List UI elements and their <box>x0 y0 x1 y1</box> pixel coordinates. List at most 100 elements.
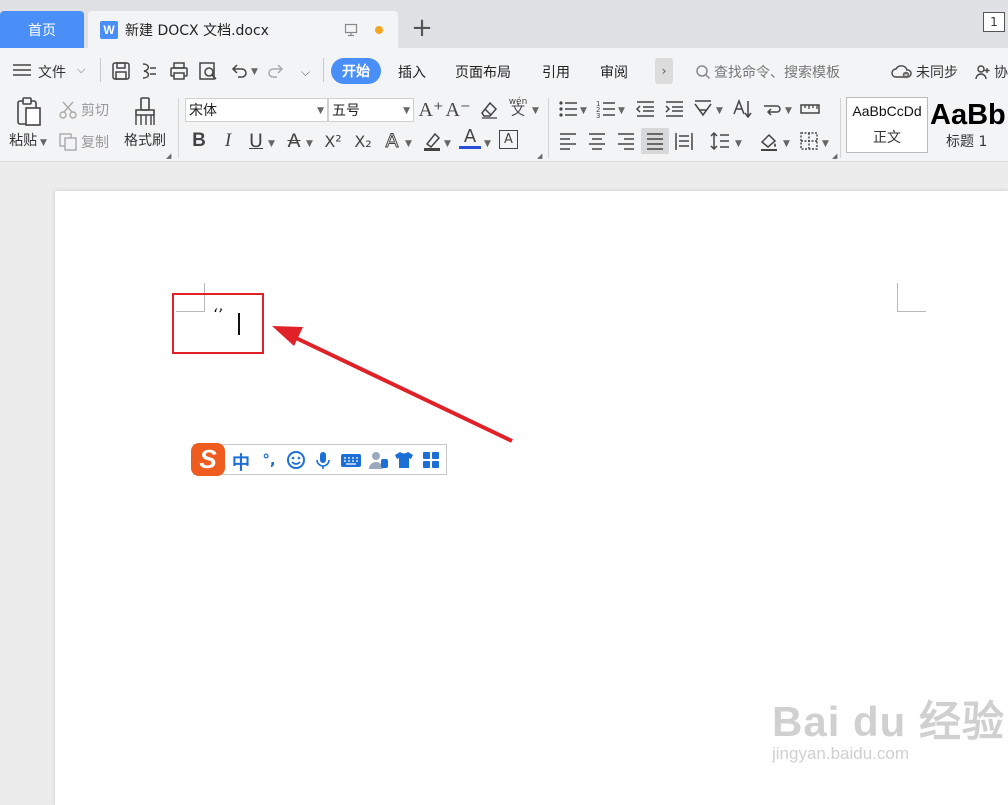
microphone-icon[interactable] <box>313 450 333 470</box>
save-icon[interactable] <box>110 60 132 82</box>
ribbon-toolbar: 粘贴 ▼ 剪切 复制 格式刷 ◢ 宋体 ▼ 五号 ▼ A⁺ A⁻ wén 文 ▼ … <box>0 94 1008 162</box>
divider <box>178 98 179 158</box>
hamburger-menu-icon[interactable] <box>12 62 32 78</box>
tab-page-layout[interactable]: 页面布局 <box>455 62 511 82</box>
shrink-font-icon[interactable]: A⁻ <box>446 98 471 121</box>
chevron-down-icon[interactable]: ▼ <box>532 106 539 116</box>
copy-icon <box>59 133 77 151</box>
format-painter-label: 格式刷 <box>124 133 166 149</box>
font-group-expand-icon[interactable]: ◢ <box>537 152 542 160</box>
text-direction-icon[interactable] <box>692 98 714 120</box>
tab-review[interactable]: 审阅 <box>600 62 628 82</box>
tab-references[interactable]: 引用 <box>542 62 570 82</box>
chevron-down-icon[interactable]: ▼ <box>444 139 451 149</box>
chevron-down-icon[interactable]: ▼ <box>735 139 742 149</box>
distributed-align-icon[interactable] <box>673 130 695 152</box>
strikethrough-button[interactable]: A <box>283 130 305 152</box>
style-heading-1[interactable]: AaBb 标题 1 <box>928 97 1008 153</box>
user-hand-icon[interactable] <box>368 450 390 470</box>
ruler-icon[interactable] <box>799 98 821 120</box>
chevron-down-icon[interactable]: ▼ <box>484 139 491 149</box>
highlight-icon[interactable] <box>421 130 443 152</box>
collaborate-label: 协 <box>994 65 1008 81</box>
line-break-icon[interactable] <box>761 98 783 120</box>
paragraph-group-expand-icon[interactable]: ◢ <box>832 152 837 160</box>
phonetic-guide-icon[interactable]: wén 文 <box>505 96 531 119</box>
chevron-down-icon[interactable]: ▼ <box>405 139 412 149</box>
print-preview-icon[interactable] <box>197 60 219 82</box>
chevron-down-icon[interactable]: ▼ <box>268 139 275 149</box>
chevron-down-icon[interactable]: ▼ <box>580 106 587 116</box>
file-menu[interactable]: 文件 <box>38 62 66 82</box>
increase-indent-icon[interactable] <box>663 98 685 120</box>
sync-status[interactable]: 未同步 <box>891 62 958 82</box>
emoji-icon[interactable] <box>286 450 306 470</box>
text-effect-button[interactable]: A <box>381 130 403 153</box>
clear-format-icon[interactable] <box>478 98 500 120</box>
justify-icon[interactable] <box>641 128 669 154</box>
line-spacing-icon[interactable] <box>709 130 731 152</box>
tab-home[interactable]: 首页 <box>0 11 84 48</box>
sort-icon[interactable] <box>731 98 753 120</box>
collaborate-button[interactable]: 协 <box>975 62 1008 82</box>
redo-icon[interactable] <box>265 60 287 82</box>
sync-label: 未同步 <box>916 65 958 81</box>
ime-toolbar[interactable]: S 中 °, <box>191 443 447 476</box>
wps-writer-icon: W <box>100 20 118 39</box>
align-right-icon[interactable] <box>615 130 637 152</box>
tab-bar: 首页 W 新建 DOCX 文档.docx + 1 <box>0 0 1008 48</box>
toolbox-grid-icon[interactable] <box>421 450 441 470</box>
tab-insert[interactable]: 插入 <box>398 62 426 82</box>
keyboard-icon[interactable] <box>340 450 362 470</box>
bullet-list-icon[interactable] <box>557 98 579 120</box>
chevron-down-icon[interactable]: ▼ <box>783 139 790 149</box>
ime-mode-toggle[interactable]: 中 <box>232 449 250 475</box>
borders-icon[interactable] <box>798 130 820 152</box>
paste-button[interactable]: 粘贴 ▼ <box>8 96 48 150</box>
sogou-logo-icon[interactable]: S <box>191 443 225 476</box>
cut-button[interactable]: 剪切 <box>58 100 109 120</box>
align-left-icon[interactable] <box>557 130 579 152</box>
chevron-down-icon[interactable]: ▼ <box>822 139 829 149</box>
undo-icon[interactable] <box>228 60 250 82</box>
font-name-value: 宋体 <box>189 103 217 119</box>
chevron-down-icon[interactable]: ▼ <box>716 106 723 116</box>
tab-start[interactable]: 开始 <box>331 58 381 84</box>
underline-button[interactable]: U <box>245 130 267 152</box>
clipboard-group-expand-icon[interactable]: ◢ <box>166 152 171 160</box>
skin-shirt-icon[interactable] <box>394 450 414 470</box>
shading-icon[interactable] <box>758 130 780 152</box>
font-color-button[interactable]: A <box>459 126 481 149</box>
bold-button[interactable]: B <box>188 130 210 152</box>
numbered-list-icon[interactable]: 123 <box>595 98 617 120</box>
chevron-down-icon[interactable]: ▼ <box>306 139 313 149</box>
output-pdf-icon[interactable] <box>138 60 160 82</box>
font-size-select[interactable]: 五号 ▼ <box>328 98 414 122</box>
char-border-button[interactable]: A <box>499 130 518 149</box>
divider <box>548 98 549 158</box>
style-normal[interactable]: AaBbCcDd 正文 <box>846 97 928 153</box>
format-painter-button[interactable]: 格式刷 <box>120 96 170 150</box>
chevron-down-icon[interactable]: ▼ <box>785 106 792 116</box>
align-center-icon[interactable] <box>586 130 608 152</box>
tab-document[interactable]: W 新建 DOCX 文档.docx <box>88 11 398 48</box>
undo-dropdown-icon[interactable]: ▼ <box>251 67 258 77</box>
print-icon[interactable] <box>168 60 190 82</box>
chevron-down-icon[interactable]: ▼ <box>618 106 625 116</box>
italic-button[interactable]: I <box>217 130 239 152</box>
customize-toolbar-icon[interactable]: ⌵ <box>301 65 310 80</box>
command-search[interactable]: 查找命令、搜索模板 <box>695 62 840 82</box>
ime-punctuation-toggle[interactable]: °, <box>259 450 279 470</box>
window-count-badge[interactable]: 1 <box>983 12 1005 32</box>
new-tab-button[interactable]: + <box>410 14 434 42</box>
subscript-button[interactable]: X₂ <box>352 130 374 152</box>
more-tabs-button[interactable]: › <box>655 58 673 84</box>
margin-corner-top-right <box>897 283 926 312</box>
superscript-button[interactable]: X² <box>322 130 344 152</box>
font-name-select[interactable]: 宋体 ▼ <box>185 98 328 122</box>
grow-font-icon[interactable]: A⁺ <box>419 98 444 121</box>
chevron-down-icon[interactable]: ⌵ <box>77 63 85 77</box>
monitor-icon[interactable] <box>344 23 358 37</box>
decrease-indent-icon[interactable] <box>634 98 656 120</box>
copy-button[interactable]: 复制 <box>58 132 109 152</box>
